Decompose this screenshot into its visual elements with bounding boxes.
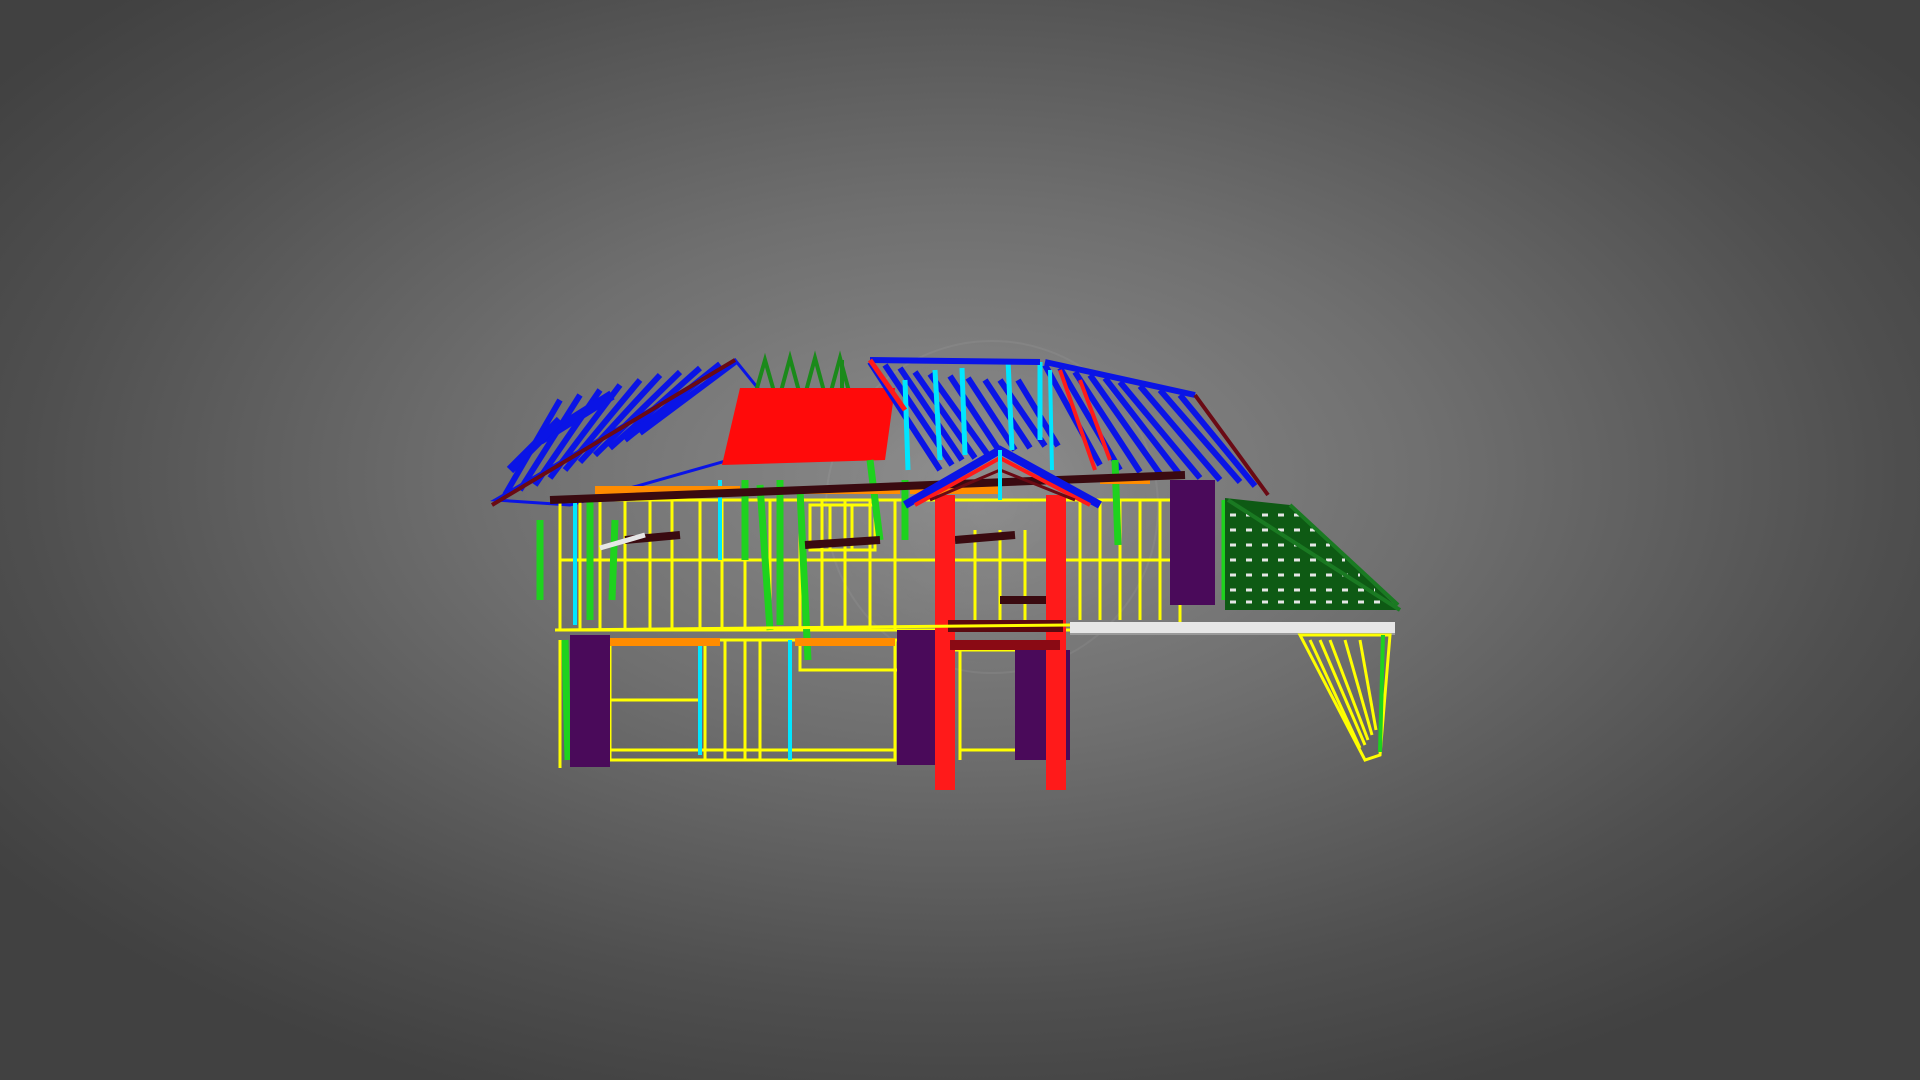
roof-center-section [867, 357, 1061, 472]
wall-frames-lower [608, 638, 1020, 762]
green-members [536, 459, 1229, 761]
pergola-wall-frame [1297, 633, 1392, 762]
model-viewer[interactable] [0, 0, 1920, 1080]
white-beam [1070, 622, 1395, 635]
pergola-rafters [1225, 498, 1402, 612]
3d-model-canvas[interactable] [0, 0, 1920, 1080]
wall-frames-upper [558, 498, 1182, 632]
red-roof-panel [722, 388, 895, 465]
